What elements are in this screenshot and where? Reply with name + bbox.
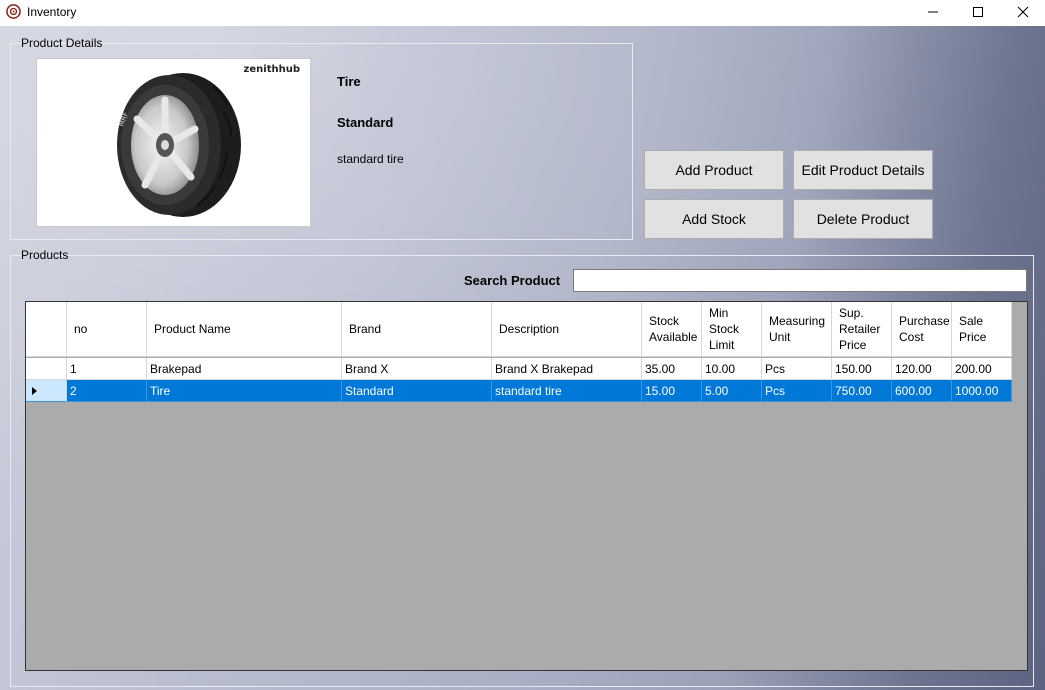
column-header-description[interactable]: Description bbox=[492, 302, 642, 357]
cell-min-stock-limit[interactable]: 5.00 bbox=[702, 380, 762, 402]
image-brand-watermark: zenithhub bbox=[243, 64, 300, 75]
cell-stock-available[interactable]: 35.00 bbox=[642, 358, 702, 380]
product-name-label: Tire bbox=[337, 74, 361, 89]
column-header-sale-price[interactable]: Sale Price bbox=[952, 302, 1012, 357]
row-header[interactable] bbox=[26, 380, 67, 402]
close-icon bbox=[1017, 6, 1029, 18]
add-product-button[interactable]: Add Product bbox=[644, 150, 784, 190]
cell-min-stock-limit[interactable]: 10.00 bbox=[702, 358, 762, 380]
delete-product-button[interactable]: Delete Product bbox=[793, 199, 933, 239]
column-header-min-stock-limit[interactable]: Min Stock Limit bbox=[702, 302, 762, 357]
cell-no[interactable]: 1 bbox=[67, 358, 147, 380]
product-details-group: Product Details zenithhub MRF Tire Stand… bbox=[10, 36, 633, 240]
cell-product-name[interactable]: Brakepad bbox=[147, 358, 342, 380]
cell-sale-price[interactable]: 1000.00 bbox=[952, 380, 1012, 402]
row-header-corner bbox=[26, 302, 67, 357]
product-image: zenithhub MRF bbox=[36, 58, 311, 227]
cell-purchase-cost[interactable]: 120.00 bbox=[892, 358, 952, 380]
row-header[interactable] bbox=[26, 358, 67, 380]
products-legend: Products bbox=[21, 248, 69, 262]
table-row[interactable]: 1 Brakepad Brand X Brand X Brakepad 35.0… bbox=[26, 358, 1012, 380]
column-header-stock-available[interactable]: Stock Available bbox=[642, 302, 702, 357]
cell-brand[interactable]: Standard bbox=[342, 380, 492, 402]
cell-product-name[interactable]: Tire bbox=[147, 380, 342, 402]
search-label: Search Product bbox=[464, 273, 561, 288]
edit-product-button[interactable]: Edit Product Details bbox=[793, 150, 933, 190]
cell-sale-price[interactable]: 200.00 bbox=[952, 358, 1012, 380]
cell-measuring-unit[interactable]: Pcs bbox=[762, 358, 832, 380]
minimize-icon bbox=[928, 11, 938, 13]
grid-header: no Product Name Brand Description Stock … bbox=[26, 302, 1012, 357]
column-header-measuring-unit[interactable]: Measuring Unit bbox=[762, 302, 832, 357]
cell-description[interactable]: standard tire bbox=[492, 380, 642, 402]
cell-description[interactable]: Brand X Brakepad bbox=[492, 358, 642, 380]
maximize-button[interactable] bbox=[955, 0, 1001, 24]
cell-no[interactable]: 2 bbox=[67, 380, 147, 402]
current-row-arrow-icon bbox=[32, 386, 37, 395]
minimize-button[interactable] bbox=[910, 0, 956, 24]
products-grid[interactable]: no Product Name Brand Description Stock … bbox=[25, 301, 1028, 671]
maximize-icon bbox=[973, 7, 983, 17]
close-button[interactable] bbox=[1000, 0, 1045, 24]
column-header-brand[interactable]: Brand bbox=[342, 302, 492, 357]
window-title: Inventory bbox=[27, 5, 77, 19]
app-icon bbox=[6, 4, 21, 19]
cell-sup-retailer-price[interactable]: 750.00 bbox=[832, 380, 892, 402]
column-header-purchase-cost[interactable]: Purchase Cost bbox=[892, 302, 952, 357]
cell-purchase-cost[interactable]: 600.00 bbox=[892, 380, 952, 402]
column-header-sup-retailer-price[interactable]: Sup. Retailer Price bbox=[832, 302, 892, 357]
table-row-selected[interactable]: 2 Tire Standard standard tire 15.00 5.00… bbox=[26, 380, 1012, 402]
cell-brand[interactable]: Brand X bbox=[342, 358, 492, 380]
column-header-product-name[interactable]: Product Name bbox=[147, 302, 342, 357]
column-header-no[interactable]: no bbox=[67, 302, 147, 357]
product-details-legend: Product Details bbox=[21, 36, 103, 50]
cell-sup-retailer-price[interactable]: 150.00 bbox=[832, 358, 892, 380]
cell-measuring-unit[interactable]: Pcs bbox=[762, 380, 832, 402]
main-form: Product Details zenithhub MRF Tire Stand… bbox=[0, 26, 1045, 690]
tire-image: MRF bbox=[117, 73, 241, 217]
title-bar: Inventory bbox=[0, 0, 1045, 26]
cell-stock-available[interactable]: 15.00 bbox=[642, 380, 702, 402]
product-description-label: standard tire bbox=[337, 152, 404, 166]
product-brand-label: Standard bbox=[337, 115, 394, 130]
add-stock-button[interactable]: Add Stock bbox=[644, 199, 784, 239]
search-input[interactable] bbox=[573, 269, 1027, 292]
